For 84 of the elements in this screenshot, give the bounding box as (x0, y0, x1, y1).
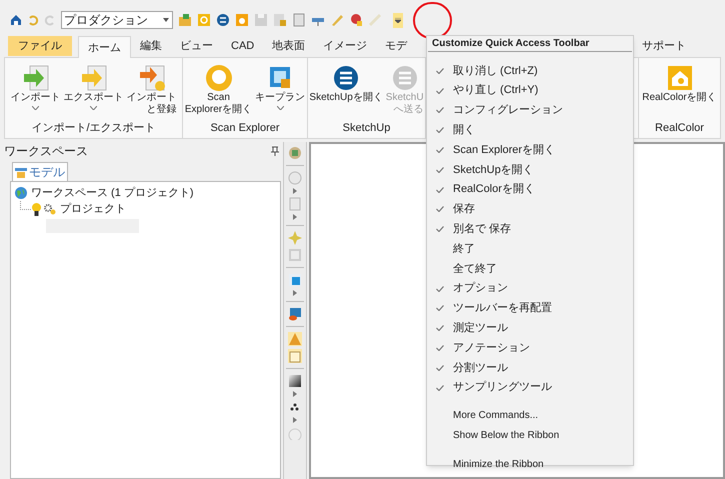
caret-icon[interactable] (293, 290, 297, 296)
ribbon-button[interactable]: エクスポート (64, 64, 124, 110)
globe-icon[interactable] (288, 146, 302, 160)
pencil-icon[interactable] (330, 13, 344, 27)
menu-item[interactable]: 終了 (427, 239, 633, 259)
menu-item[interactable]: 取り消し (Ctrl+Z) (427, 61, 633, 81)
ribbon-tab[interactable]: ホーム (78, 36, 131, 58)
menu-item[interactable]: 開く (427, 120, 633, 140)
menu-item[interactable]: 保存 (427, 200, 633, 220)
caret-icon (276, 106, 284, 110)
group-label: RealColor (654, 121, 705, 136)
caret-icon[interactable] (293, 391, 297, 397)
ribbon-button[interactable]: SketchUpを開く (309, 64, 383, 104)
import-register-icon (138, 64, 166, 92)
ribbon-button[interactable]: Scan Explorerを開く (184, 64, 252, 116)
gradient-icon[interactable] (288, 374, 302, 388)
clipboard-icon[interactable] (288, 349, 302, 363)
menu-item[interactable]: オプション (427, 278, 633, 299)
square-icon[interactable] (288, 273, 302, 287)
menu-item[interactable]: やり直し (Ctrl+Y) (427, 80, 633, 101)
customize-button[interactable] (393, 12, 403, 28)
tree-connector (20, 201, 32, 211)
import-icon (22, 64, 50, 92)
menu-item[interactable]: アノテーション (427, 338, 633, 358)
menu-item[interactable]: Show Below the Ribbon (427, 426, 633, 446)
group-label: インポート/エクスポート (30, 121, 157, 136)
menu-item[interactable]: More Commands... (427, 406, 633, 426)
save-as-icon[interactable] (273, 13, 287, 27)
ribbon-button[interactable]: RealColorを開く (642, 64, 717, 104)
export-icon (80, 64, 108, 92)
caret-icon[interactable] (293, 417, 297, 423)
ribbon-button[interactable]: インポート (10, 64, 60, 110)
menu-item[interactable]: 分割ツール (427, 358, 633, 378)
ribbon-tab[interactable]: モデ (376, 36, 416, 56)
bulb-icon (32, 202, 41, 216)
cross-icon[interactable] (288, 231, 302, 245)
home-icon[interactable] (10, 14, 22, 26)
camera-icon[interactable] (235, 13, 249, 27)
menu-item[interactable]: RealColorを開く (427, 180, 633, 200)
ribbon-button[interactable]: キープラン (255, 64, 306, 110)
pin-icon[interactable] (349, 13, 363, 27)
menu-item[interactable]: 測定ツール (427, 318, 633, 338)
caret-icon (395, 18, 401, 22)
monitor-icon[interactable] (288, 307, 302, 321)
ribbon-tab[interactable]: ビュー (171, 36, 222, 56)
menu-item[interactable]: Scan Explorerを開く (427, 140, 633, 160)
warning-icon[interactable] (288, 332, 302, 346)
ribbon-tab[interactable]: 地表面 (263, 36, 314, 56)
ribbon-tab[interactable]: 編集 (131, 36, 171, 56)
ribbon-tab[interactable]: サポート (633, 36, 695, 56)
tree-item[interactable]: プロジェクト (60, 200, 126, 218)
group-label: SketchUp (342, 121, 392, 136)
menu-item[interactable]: SketchUpを開く (427, 160, 633, 180)
combo-box[interactable]: プロダクション (61, 11, 173, 29)
ribbon-button[interactable]: インポート と登録 (126, 64, 176, 116)
group-label: Scan Explorer (209, 121, 281, 136)
pin-icon[interactable] (271, 146, 279, 156)
ribbon-tab[interactable]: CAD (222, 36, 264, 56)
panel-tab[interactable]: モデル (12, 162, 68, 181)
tree-item[interactable]: ワークスペース (1 プロジェクト) (31, 184, 194, 202)
menu-item[interactable]: Minimize the Ribbon (427, 454, 633, 475)
menu-item[interactable]: ツールバーを再配置 (427, 298, 633, 318)
undo-icon[interactable] (27, 14, 39, 26)
menu-item[interactable]: 別名で 保存 (427, 219, 633, 240)
camera-icon (666, 64, 694, 92)
document-icon[interactable] (292, 13, 306, 27)
panel-title: ワークスペース (4, 143, 88, 160)
document-icon[interactable] (288, 197, 302, 211)
ribbon-tab[interactable]: イメージ (314, 36, 376, 56)
caret-icon (163, 18, 169, 22)
ribbon-tab[interactable]: ファイル (8, 36, 72, 56)
gear-icon (44, 204, 56, 214)
menu-item[interactable]: サンプリングツール (427, 378, 633, 398)
search-icon[interactable] (197, 13, 211, 27)
caret-icon[interactable] (293, 214, 297, 220)
menu-item[interactable]: 全て終了 (427, 258, 633, 279)
caret-icon (32, 106, 39, 110)
caret-icon[interactable] (293, 188, 297, 194)
globe-icon (15, 187, 27, 199)
model-icon (15, 166, 27, 178)
caret-icon (90, 106, 97, 110)
menu-title: Customize Quick Access Toolbar (428, 36, 632, 52)
menu-item[interactable]: コンフィグレーション (427, 100, 633, 120)
folder-icon[interactable] (178, 13, 192, 27)
